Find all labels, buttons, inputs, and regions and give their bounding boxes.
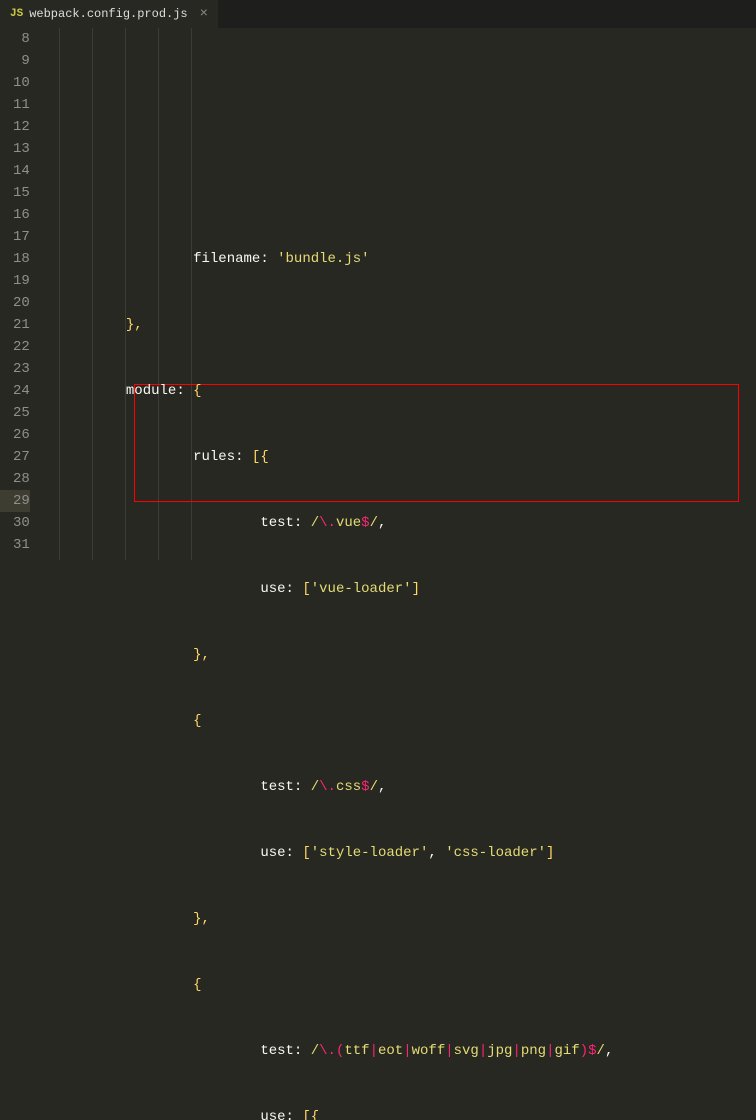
close-icon[interactable]: × — [200, 6, 208, 22]
line-number: 25 — [0, 402, 30, 424]
line-number: 9 — [0, 50, 30, 72]
line-number: 20 — [0, 292, 30, 314]
code-line[interactable]: use: ['vue-loader'] — [59, 578, 756, 600]
code-line[interactable]: test: /\.vue$/, — [59, 512, 756, 534]
line-number: 19 — [0, 270, 30, 292]
line-number: 30 — [0, 512, 30, 534]
line-number: 11 — [0, 94, 30, 116]
line-number: 15 — [0, 182, 30, 204]
code-line[interactable]: test: /\.(ttf|eot|woff|svg|jpg|png|gif)$… — [59, 1040, 756, 1062]
editor: 8 9 10 11 12 13 14 15 16 17 18 19 20 21 … — [0, 28, 756, 560]
line-number: 27 — [0, 446, 30, 468]
code-line[interactable]: { — [59, 710, 756, 732]
line-number: 12 — [0, 116, 30, 138]
line-number: 16 — [0, 204, 30, 226]
line-number: 22 — [0, 336, 30, 358]
line-number: 29 — [0, 490, 30, 512]
line-number: 31 — [0, 534, 30, 556]
line-number: 26 — [0, 424, 30, 446]
code-line[interactable]: }, — [59, 908, 756, 930]
line-number: 24 — [0, 380, 30, 402]
code-line[interactable]: rules: [{ — [59, 446, 756, 468]
line-number: 18 — [0, 248, 30, 270]
code-line[interactable]: test: /\.css$/, — [59, 776, 756, 798]
line-number: 14 — [0, 160, 30, 182]
tab-filename: webpack.config.prod.js — [29, 7, 187, 21]
code-line[interactable]: }, — [59, 314, 756, 336]
code-line[interactable]: module: { — [59, 380, 756, 402]
line-number: 21 — [0, 314, 30, 336]
fold-column — [44, 28, 59, 560]
code-line[interactable]: { — [59, 974, 756, 996]
line-number-gutter: 8 9 10 11 12 13 14 15 16 17 18 19 20 21 … — [0, 28, 44, 560]
editor-tab[interactable]: JS webpack.config.prod.js × — [0, 0, 218, 28]
line-number: 17 — [0, 226, 30, 248]
line-number: 10 — [0, 72, 30, 94]
js-file-icon: JS — [10, 8, 23, 20]
line-number: 13 — [0, 138, 30, 160]
line-number: 23 — [0, 358, 30, 380]
line-number: 8 — [0, 28, 30, 50]
tab-bar: JS webpack.config.prod.js × — [0, 0, 756, 28]
code-area[interactable]: filename: 'bundle.js' }, module: { rules… — [59, 28, 756, 560]
code-line[interactable]: use: ['style-loader', 'css-loader'] — [59, 842, 756, 864]
code-line[interactable]: filename: 'bundle.js' — [59, 248, 756, 270]
line-number: 28 — [0, 468, 30, 490]
code-line[interactable]: }, — [59, 644, 756, 666]
code-line[interactable]: use: [{ — [59, 1106, 756, 1120]
